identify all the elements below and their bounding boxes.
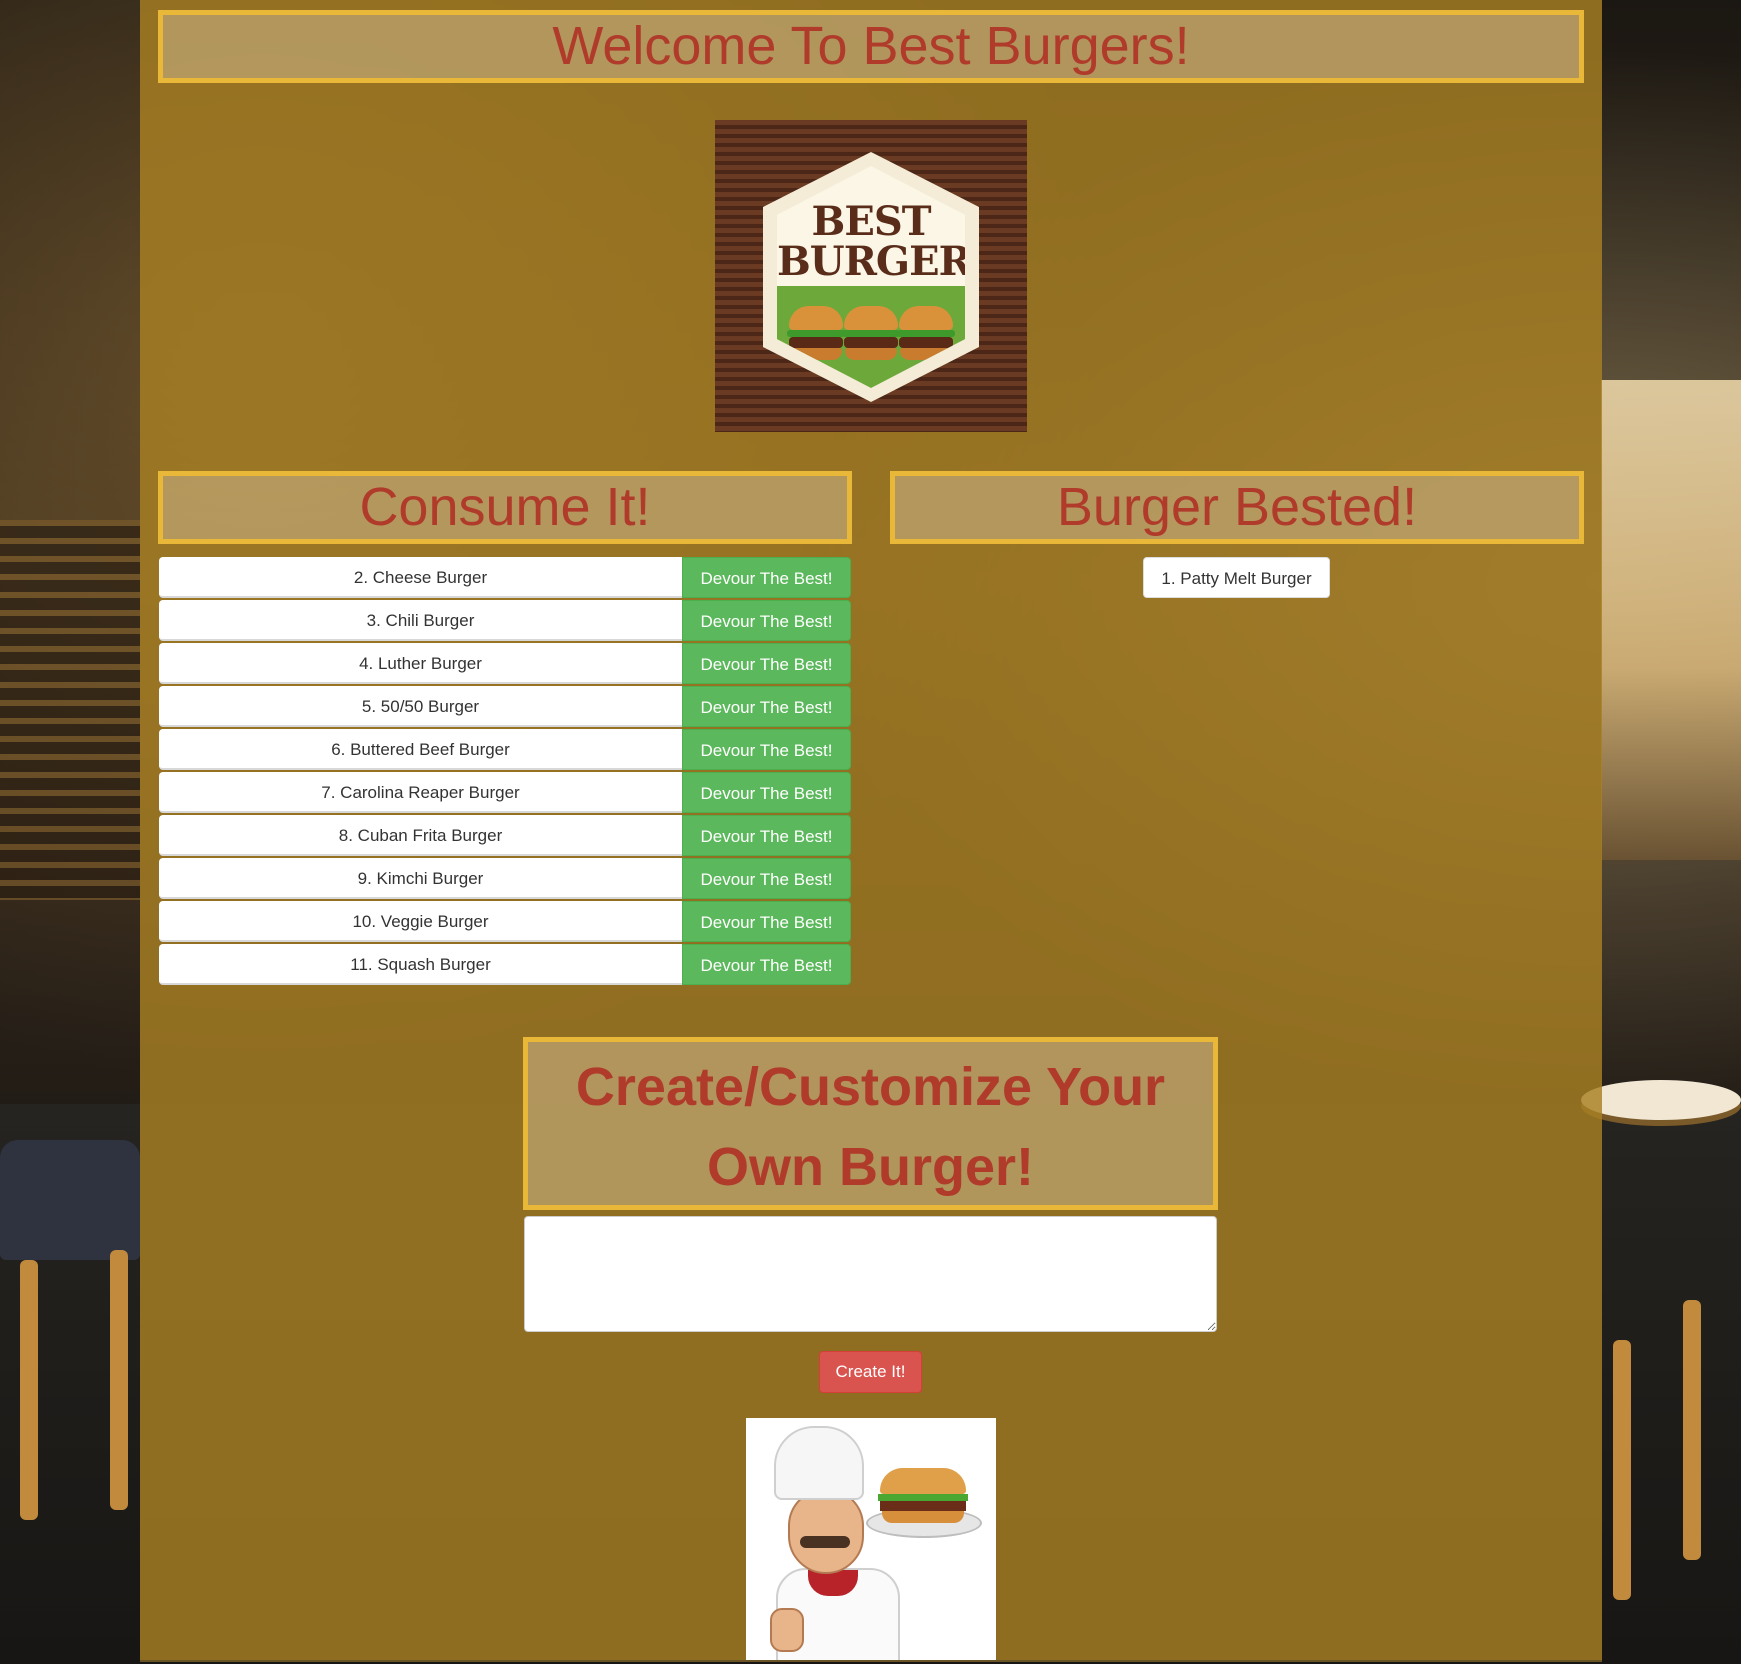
bested-item: 1. Patty Melt Burger	[1143, 557, 1330, 598]
burger-row: 10. Veggie Burger Devour The Best!	[159, 901, 851, 942]
burger-name: 3. Chili Burger	[159, 600, 682, 641]
devour-button[interactable]: Devour The Best!	[682, 815, 851, 856]
devour-button[interactable]: Devour The Best!	[682, 643, 851, 684]
burger-row: 4. Luther Burger Devour The Best!	[159, 643, 851, 684]
burger-name: 7. Carolina Reaper Burger	[159, 772, 682, 813]
burger-row: 3. Chili Burger Devour The Best!	[159, 600, 851, 641]
devour-button[interactable]: Devour The Best!	[682, 686, 851, 727]
devour-button[interactable]: Devour The Best!	[682, 772, 851, 813]
create-heading: Create/Customize Your Own Burger!	[523, 1037, 1218, 1210]
burger-row: 2. Cheese Burger Devour The Best!	[159, 557, 851, 598]
burger-name-input[interactable]	[524, 1216, 1217, 1332]
chef-illustration	[746, 1418, 996, 1660]
burger-name: 5. 50/50 Burger	[159, 686, 682, 727]
devour-button[interactable]: Devour The Best!	[682, 858, 851, 899]
burger-name: 11. Squash Burger	[159, 944, 682, 985]
main-panel: Welcome To Best Burgers! BEST BURGERS Co…	[140, 0, 1602, 1662]
burger-row: 6. Buttered Beef Burger Devour The Best!	[159, 729, 851, 770]
burger-name: 8. Cuban Frita Burger	[159, 815, 682, 856]
devour-button[interactable]: Devour The Best!	[682, 901, 851, 942]
create-button[interactable]: Create It!	[819, 1351, 922, 1393]
burger-name: 9. Kimchi Burger	[159, 858, 682, 899]
burger-name: 10. Veggie Burger	[159, 901, 682, 942]
bested-heading: Burger Bested!	[890, 471, 1584, 544]
burger-row: 8. Cuban Frita Burger Devour The Best!	[159, 815, 851, 856]
devour-button[interactable]: Devour The Best!	[682, 557, 851, 598]
consume-heading: Consume It!	[158, 471, 852, 544]
burger-row: 5. 50/50 Burger Devour The Best!	[159, 686, 851, 727]
burger-row: 9. Kimchi Burger Devour The Best!	[159, 858, 851, 899]
devour-button[interactable]: Devour The Best!	[682, 944, 851, 985]
burger-name: 6. Buttered Beef Burger	[159, 729, 682, 770]
devour-button[interactable]: Devour The Best!	[682, 600, 851, 641]
burger-name: 4. Luther Burger	[159, 643, 682, 684]
best-burgers-logo: BEST BURGERS	[715, 120, 1027, 432]
burger-row: 7. Carolina Reaper Burger Devour The Best…	[159, 772, 851, 813]
burger-name: 2. Cheese Burger	[159, 557, 682, 598]
devour-button[interactable]: Devour The Best!	[682, 729, 851, 770]
burger-row: 11. Squash Burger Devour The Best!	[159, 944, 851, 985]
page-title: Welcome To Best Burgers!	[158, 10, 1584, 83]
